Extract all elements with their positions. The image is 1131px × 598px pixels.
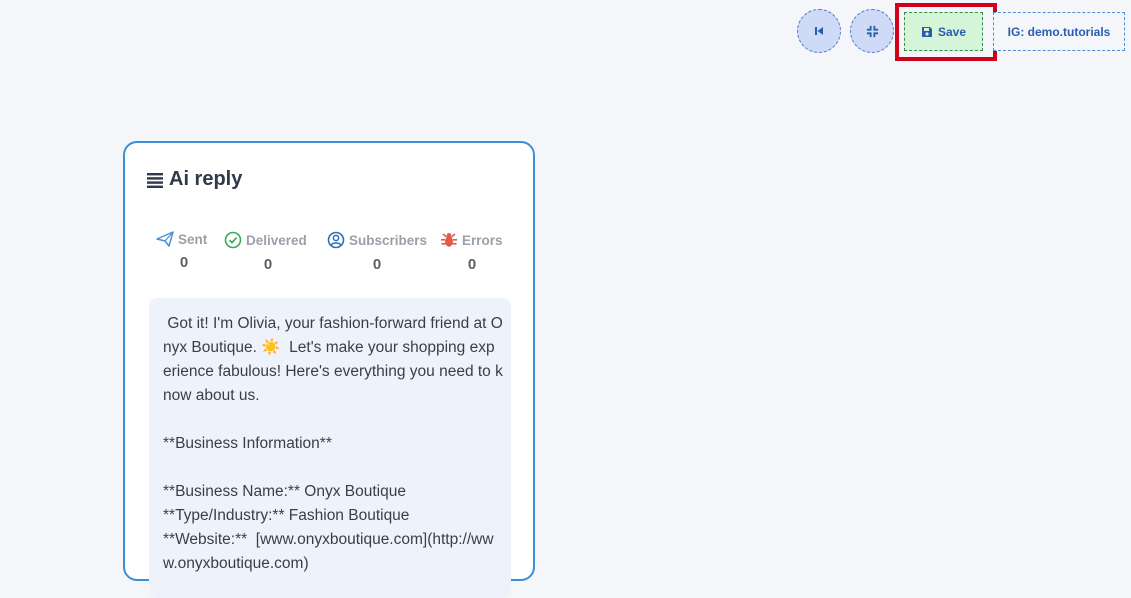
paper-plane-icon: [156, 231, 174, 247]
reply-business-details: **Business Name:** Onyx Boutique **Type/…: [163, 483, 494, 572]
reply-section-heading: **Business Information**: [163, 435, 332, 452]
card-title-text: Ai reply: [169, 168, 243, 190]
first-step-button[interactable]: [797, 9, 841, 53]
compress-button[interactable]: [850, 9, 894, 53]
list-icon: [147, 172, 163, 188]
ai-reply-card: Ai reply Sent 0 Delivered 0 Subscribers …: [123, 141, 535, 598]
stat-errors-value: 0: [467, 256, 477, 273]
stat-delivered-label: Delivered: [246, 232, 307, 248]
stat-delivered-value: 0: [263, 256, 273, 273]
reply-intro: Got it! I'm Olivia, your fashion-forward…: [163, 315, 503, 404]
stat-subscribers-value: 0: [372, 256, 382, 273]
stats-row: Sent 0 Delivered 0 Subscribers 0 Errors …: [147, 231, 517, 291]
reply-content-box: Got it! I'm Olivia, your fashion-forward…: [149, 298, 511, 598]
stat-sent: Sent 0: [156, 231, 212, 271]
stat-delivered: Delivered 0: [224, 231, 312, 273]
stat-subscribers-label: Subscribers: [349, 232, 428, 248]
account-badge[interactable]: IG: demo.tutorials: [993, 12, 1125, 51]
bug-icon: [440, 231, 458, 249]
compress-icon: [866, 25, 879, 38]
stat-errors: Errors 0: [440, 231, 504, 273]
card-title: Ai reply: [147, 168, 242, 191]
stat-sent-label: Sent: [178, 231, 208, 247]
skip-back-icon: [813, 25, 825, 37]
stat-sent-value: 0: [179, 254, 189, 271]
save-button[interactable]: Save: [904, 12, 983, 51]
check-circle-icon: [224, 231, 242, 249]
user-circle-icon: [327, 231, 345, 249]
stat-subscribers: Subscribers 0: [327, 231, 427, 273]
reply-text: Got it! I'm Olivia, your fashion-forward…: [163, 312, 503, 576]
floppy-disk-icon: [921, 26, 933, 38]
stat-errors-label: Errors: [462, 232, 503, 248]
save-button-label: Save: [937, 24, 967, 39]
